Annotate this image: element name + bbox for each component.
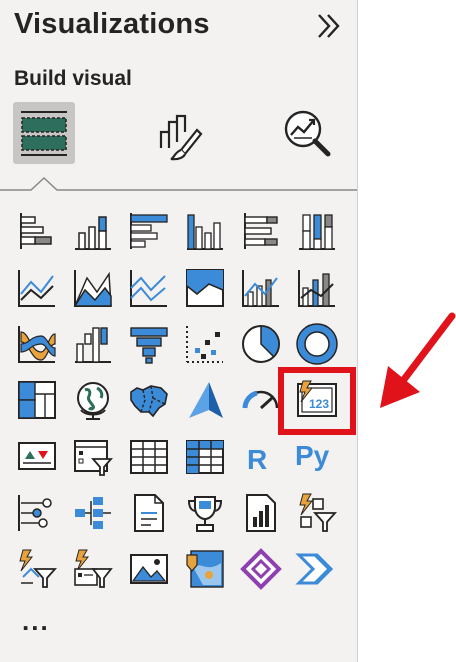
funnel-chart-icon[interactable] [127, 322, 171, 366]
power-apps-icon[interactable] [239, 547, 283, 591]
line-chart-icon[interactable] [15, 266, 59, 310]
python-visual-icon[interactable]: Py [295, 435, 339, 479]
stacked-bar-chart-icon[interactable] [15, 209, 59, 253]
treemap-icon[interactable] [15, 378, 59, 422]
smart-narrative-icon[interactable] [127, 491, 171, 535]
card-icon[interactable]: 123 [295, 378, 339, 422]
pie-chart-icon[interactable] [239, 322, 283, 366]
qa-icon[interactable] [295, 491, 339, 535]
kpi-icon[interactable] [15, 435, 59, 479]
line-and-stacked-column-chart-icon[interactable] [239, 266, 283, 310]
fields-grid-icon [21, 111, 67, 156]
scatter-chart-icon[interactable] [183, 322, 227, 366]
paginated-report-icon[interactable] [239, 491, 283, 535]
clustered-bar-chart-icon[interactable] [127, 209, 171, 253]
100-stacked-area-chart-icon[interactable] [183, 266, 227, 310]
red-arrow-icon [380, 312, 456, 408]
arcgis-map-icon[interactable] [183, 547, 227, 591]
table-icon[interactable] [127, 435, 171, 479]
card-value-glyph: 123 [309, 397, 329, 411]
clustered-column-chart-icon[interactable] [183, 209, 227, 253]
filled-map-icon[interactable] [127, 378, 171, 422]
pane-title: Visualizations [14, 8, 210, 40]
build-visual-tab[interactable] [13, 102, 75, 164]
ribbon-chart-icon[interactable] [15, 322, 59, 366]
key-influencers-icon[interactable] [15, 491, 59, 535]
r-glyph: R [247, 444, 267, 475]
stacked-column-chart-icon[interactable] [71, 209, 115, 253]
donut-chart-icon[interactable] [295, 322, 339, 366]
decomposition-tree-icon[interactable] [71, 491, 115, 535]
qa-narrative-icon[interactable] [15, 547, 59, 591]
matrix-icon[interactable] [183, 435, 227, 479]
azure-map-icon[interactable] [183, 378, 227, 422]
more-visuals-button[interactable]: ... [22, 606, 50, 637]
power-automate-icon[interactable] [295, 547, 339, 591]
magnifier-chart-icon [284, 110, 331, 157]
qa-filter-icon[interactable] [71, 547, 115, 591]
globe-map-icon[interactable] [71, 378, 115, 422]
build-visual-heading: Build visual [14, 67, 132, 90]
double-chevron-right-icon[interactable] [311, 8, 347, 44]
trophy-goals-icon[interactable] [183, 491, 227, 535]
paintbrush-chart-icon [159, 114, 203, 161]
slicer-icon[interactable] [71, 435, 115, 479]
r-script-visual-icon[interactable]: R [239, 435, 283, 479]
tab-indicator-divider [0, 176, 357, 191]
analytics-tab[interactable] [276, 102, 338, 164]
image-icon[interactable] [127, 547, 171, 591]
waterfall-chart-icon[interactable] [71, 322, 115, 366]
stacked-area-chart-icon[interactable] [127, 266, 171, 310]
py-glyph: Py [295, 440, 330, 471]
100-stacked-column-chart-icon[interactable] [295, 209, 339, 253]
gauge-icon[interactable] [239, 378, 283, 422]
line-and-clustered-column-chart-icon[interactable] [295, 266, 339, 310]
100-stacked-bar-chart-icon[interactable] [239, 209, 283, 253]
visualizations-pane: Visualizations Build visual 123 R Py ... [0, 0, 358, 662]
area-chart-icon[interactable] [71, 266, 115, 310]
format-visual-tab[interactable] [147, 102, 209, 164]
